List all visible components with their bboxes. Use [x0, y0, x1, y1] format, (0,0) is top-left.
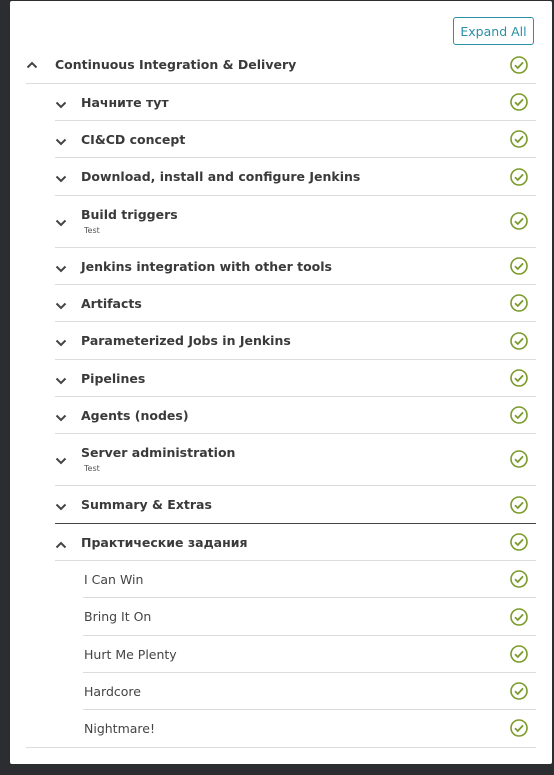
section-title: Parameterized Jobs in Jenkins	[81, 333, 291, 348]
section-title: Server administration	[81, 445, 236, 460]
course-header-row[interactable]: Continuous Integration & Delivery	[26, 46, 536, 84]
check-circle-icon	[510, 332, 528, 350]
section-subtitle: Test	[84, 464, 100, 473]
chevron-down-icon[interactable]	[55, 99, 67, 111]
lesson-row[interactable]: Nightmare!	[83, 710, 536, 747]
check-circle-icon	[510, 450, 528, 468]
lesson-title[interactable]: Nightmare!	[84, 721, 155, 736]
section-row[interactable]: Server administration Test	[55, 434, 536, 486]
section-row[interactable]: Build triggers Test	[55, 196, 536, 248]
section-row[interactable]: Pipelines	[55, 360, 536, 397]
section-subtitle: Test	[84, 226, 100, 235]
check-circle-icon	[510, 168, 528, 186]
section-row[interactable]: Download, install and configure Jenkins	[55, 158, 536, 196]
lesson-row[interactable]: Bring It On	[83, 598, 536, 636]
section-title: Jenkins integration with other tools	[81, 259, 332, 274]
chevron-down-icon[interactable]	[55, 375, 67, 387]
check-circle-icon	[510, 369, 528, 387]
course-title: Continuous Integration & Delivery	[55, 57, 297, 72]
chevron-down-icon[interactable]	[55, 337, 67, 349]
check-circle-icon	[510, 682, 528, 700]
section-row-expanded[interactable]: Практические задания	[55, 524, 536, 561]
section-title: Artifacts	[81, 296, 142, 311]
lesson-row[interactable]: Hurt Me Plenty	[83, 636, 536, 673]
check-circle-icon	[510, 56, 528, 74]
course-outline-panel: Expand All Continuous Integration & Deli…	[10, 1, 552, 764]
check-circle-icon	[510, 130, 528, 148]
check-circle-icon	[510, 719, 528, 737]
lesson-row[interactable]: Hardcore	[83, 673, 536, 710]
section-row[interactable]: Начните тут	[55, 84, 536, 121]
chevron-down-icon[interactable]	[55, 136, 67, 148]
section-row[interactable]: Agents (nodes)	[55, 397, 536, 434]
section-title: Download, install and configure Jenkins	[81, 169, 361, 184]
lesson-title[interactable]: Bring It On	[84, 609, 151, 624]
check-circle-icon	[510, 406, 528, 424]
check-circle-icon	[510, 645, 528, 663]
chevron-up-icon[interactable]	[55, 539, 67, 551]
section-title: Практические задания	[81, 535, 248, 550]
section-title: Summary & Extras	[81, 497, 212, 512]
section-title: Build triggers	[81, 207, 178, 222]
section-title: Начните тут	[81, 95, 169, 110]
outline-bottom-divider	[26, 747, 536, 748]
check-circle-icon	[510, 294, 528, 312]
check-circle-icon	[510, 570, 528, 588]
lesson-title[interactable]: Hurt Me Plenty	[84, 647, 177, 662]
lesson-title[interactable]: Hardcore	[84, 684, 141, 699]
section-title: Agents (nodes)	[81, 408, 189, 423]
section-title: Pipelines	[81, 371, 146, 386]
section-row[interactable]: Artifacts	[55, 285, 536, 322]
lesson-row[interactable]: I Can Win	[83, 561, 536, 598]
section-row[interactable]: Jenkins integration with other tools	[55, 248, 536, 285]
section-row[interactable]: Parameterized Jobs in Jenkins	[55, 322, 536, 360]
chevron-down-icon[interactable]	[55, 263, 67, 275]
section-title: CI&CD concept	[81, 132, 186, 147]
chevron-down-icon[interactable]	[55, 300, 67, 312]
section-row[interactable]: Summary & Extras	[55, 486, 536, 524]
check-circle-icon	[510, 93, 528, 111]
check-circle-icon	[510, 608, 528, 626]
section-row[interactable]: CI&CD concept	[55, 121, 536, 158]
check-circle-icon	[510, 212, 528, 230]
check-circle-icon	[510, 533, 528, 551]
lesson-title[interactable]: I Can Win	[84, 572, 143, 587]
expand-all-button[interactable]: Expand All	[453, 17, 534, 45]
chevron-down-icon[interactable]	[55, 217, 67, 229]
chevron-up-icon[interactable]	[26, 59, 38, 71]
chevron-down-icon[interactable]	[55, 412, 67, 424]
check-circle-icon	[510, 496, 528, 514]
check-circle-icon	[510, 257, 528, 275]
chevron-down-icon[interactable]	[55, 173, 67, 185]
chevron-down-icon[interactable]	[55, 501, 67, 513]
chevron-down-icon[interactable]	[55, 455, 67, 467]
